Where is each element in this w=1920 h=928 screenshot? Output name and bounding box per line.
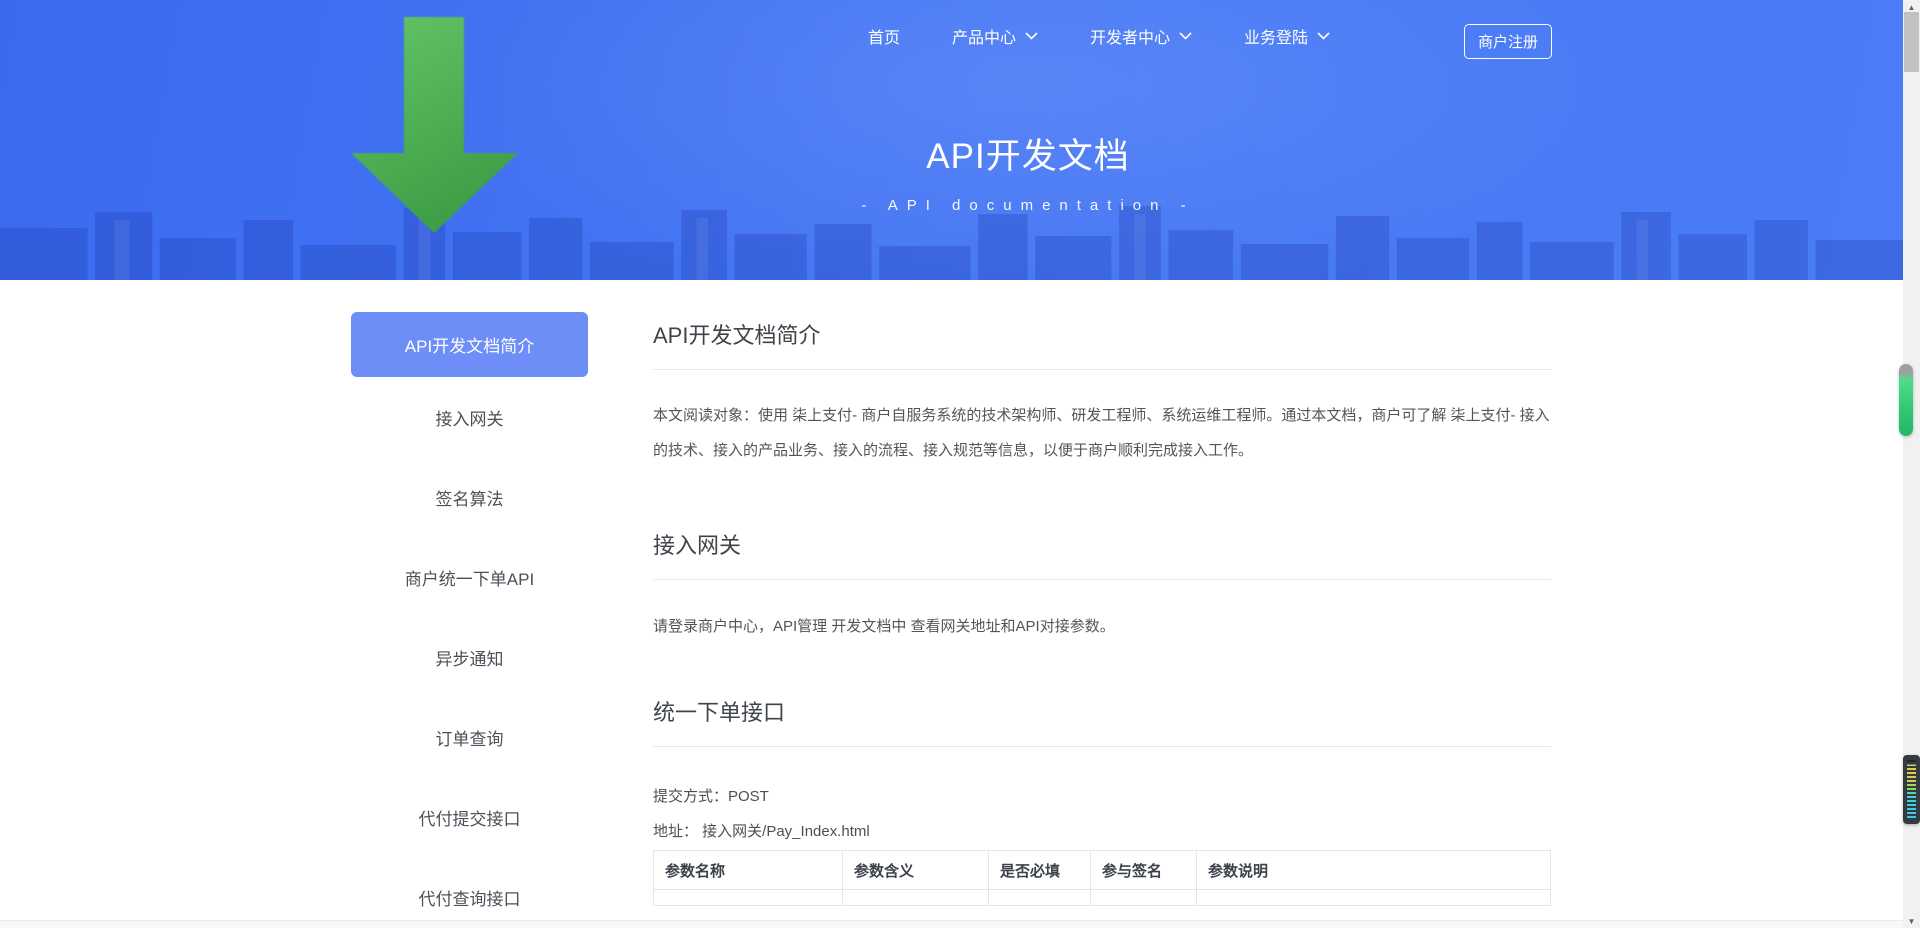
meter-widget (1903, 755, 1920, 824)
col-param-name: 参数名称 (654, 851, 843, 890)
sidebar-item-signature-algorithm[interactable]: 签名算法 (351, 457, 588, 537)
meter-bars (1907, 760, 1916, 819)
section-heading-intro: API开发文档简介 (653, 318, 1551, 350)
doc-sidebar: API开发文档简介 接入网关 签名算法 商户统一下单API 异步通知 订单查询 … (351, 312, 588, 928)
sidebar-item-order-query[interactable]: 订单查询 (351, 697, 588, 777)
parameters-table: 参数名称 参数含义 是否必填 参与签名 参数说明 (653, 850, 1551, 906)
scrollbar-thumb[interactable] (1904, 12, 1919, 72)
doc-content: API开发文档简介 本文阅读对象：使用 柒上支付- 商户自服务系统的技术架构师、… (653, 300, 1551, 906)
sidebar-item-unified-order-api[interactable]: 商户统一下单API (351, 537, 588, 617)
page-header: 首页 产品中心 开发者中心 业务登陆 商户注册 (0, 0, 1903, 280)
nav-item-developer-center[interactable]: 开发者中心 (1090, 24, 1192, 48)
nav-label: 开发者中心 (1090, 24, 1170, 48)
nav-item-home[interactable]: 首页 (868, 24, 900, 48)
scroll-down-arrow-icon[interactable]: ▼ (1903, 914, 1920, 928)
top-navigation: 首页 产品中心 开发者中心 业务登陆 (868, 0, 1330, 72)
section-divider (653, 579, 1551, 580)
col-param-meaning: 参数含义 (843, 851, 989, 890)
chevron-down-icon (1179, 32, 1192, 40)
table-header-row: 参数名称 参数含义 是否必填 参与签名 参数说明 (654, 851, 1551, 890)
col-param-description: 参数说明 (1197, 851, 1551, 890)
green-down-arrow-graphic (351, 17, 518, 233)
sidebar-item-async-notify[interactable]: 异步通知 (351, 617, 588, 697)
chevron-down-icon (1025, 32, 1038, 40)
merchant-register-button[interactable]: 商户注册 (1464, 24, 1552, 59)
section-body-gateway: 请登录商户中心，API管理 开发文档中 查看网关地址和API对接参数。 (653, 616, 1551, 638)
page-title: API开发文档 (861, 128, 1194, 179)
nav-label: 业务登陆 (1244, 24, 1308, 48)
sidebar-item-payout-submit[interactable]: 代付提交接口 (351, 777, 588, 857)
page-subtitle: - API documentation - (861, 197, 1194, 214)
nav-item-products[interactable]: 产品中心 (952, 24, 1038, 48)
section-heading-unified-order: 统一下单接口 (653, 695, 1551, 727)
nav-item-business-login[interactable]: 业务登陆 (1244, 24, 1330, 48)
nav-label: 产品中心 (952, 24, 1016, 48)
sidebar-item-gateway[interactable]: 接入网关 (351, 377, 588, 457)
nav-label: 首页 (868, 24, 900, 48)
submit-method-line: 提交方式：POST (653, 785, 1551, 806)
page-bottom-strip (0, 920, 1903, 928)
section-body-intro: 本文阅读对象：使用 柒上支付- 商户自服务系统的技术架构师、研发工程师、系统运维… (653, 398, 1551, 468)
gateway-address-line: 地址： 接入网关/Pay_Index.html (653, 820, 1551, 841)
table-row (654, 890, 1551, 906)
sidebar-item-payout-query[interactable]: 代付查询接口 (351, 857, 588, 928)
section-divider (653, 746, 1551, 747)
col-required: 是否必填 (989, 851, 1091, 890)
section-divider (653, 369, 1551, 370)
chevron-down-icon (1317, 32, 1330, 40)
page: 首页 产品中心 开发者中心 业务登陆 商户注册 (0, 0, 1920, 928)
section-heading-gateway: 接入网关 (653, 528, 1551, 560)
green-indicator-widget (1899, 364, 1913, 436)
col-in-signature: 参与签名 (1091, 851, 1197, 890)
sidebar-item-api-doc-intro-active[interactable]: API开发文档简介 (351, 312, 588, 377)
hero-text-block: API开发文档 - API documentation - (861, 128, 1194, 214)
